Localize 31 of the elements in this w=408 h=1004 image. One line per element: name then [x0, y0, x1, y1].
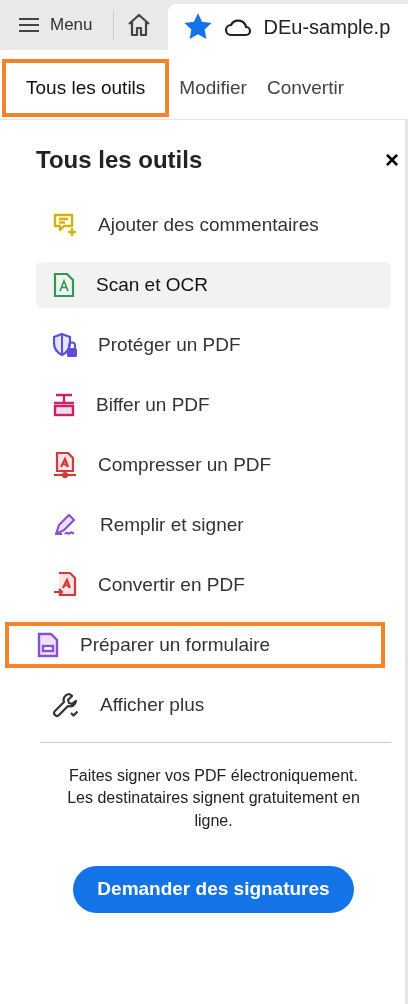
wrench-icon — [52, 691, 80, 719]
cloud-icon — [223, 17, 252, 37]
tool-item[interactable]: Afficher plus — [36, 682, 391, 728]
request-signatures-button[interactable]: Demander des signatures — [73, 866, 354, 913]
pdf-arrow-icon — [52, 571, 78, 599]
tool-item[interactable]: Biffer un PDF — [36, 382, 391, 428]
close-button[interactable]: × — [385, 142, 399, 178]
shield-lock-icon — [52, 332, 78, 358]
pdf-compress-icon — [52, 451, 78, 479]
tool-item[interactable]: Préparer un formulaire — [5, 622, 385, 668]
tab[interactable]: Convertir — [256, 59, 354, 117]
menu-icon — [18, 17, 40, 33]
document-title: DEu-sample.p — [263, 15, 391, 40]
strikethrough-box-icon — [52, 392, 76, 418]
tool-item[interactable]: Ajouter des commentaires — [36, 202, 391, 248]
star-icon[interactable] — [183, 13, 212, 41]
tab[interactable]: Modifier — [169, 59, 257, 117]
tab[interactable]: Tous les outils — [2, 59, 170, 117]
promo-text: Faites signer vos PDF électroniquement. — [68, 766, 359, 786]
panel-title: Tous les outils — [36, 145, 203, 175]
promo-text: Les destinataires signent gratuitement en ligne. — [66, 788, 361, 831]
tool-item[interactable]: Protéger un PDF — [36, 322, 391, 368]
tool-item[interactable]: Scan et OCR — [36, 262, 391, 308]
tool-item[interactable]: Compresser un PDF — [36, 442, 391, 488]
comment-plus-icon — [52, 212, 78, 238]
form-document-icon — [36, 632, 60, 658]
menu-button[interactable]: Menu — [0, 0, 93, 50]
tool-item[interactable]: Remplir et signer — [36, 502, 391, 548]
document-letter-icon — [52, 272, 76, 298]
tool-item[interactable]: Convertir en PDF — [36, 562, 391, 608]
document-tab[interactable]: DEu-sample.p — [167, 4, 408, 50]
